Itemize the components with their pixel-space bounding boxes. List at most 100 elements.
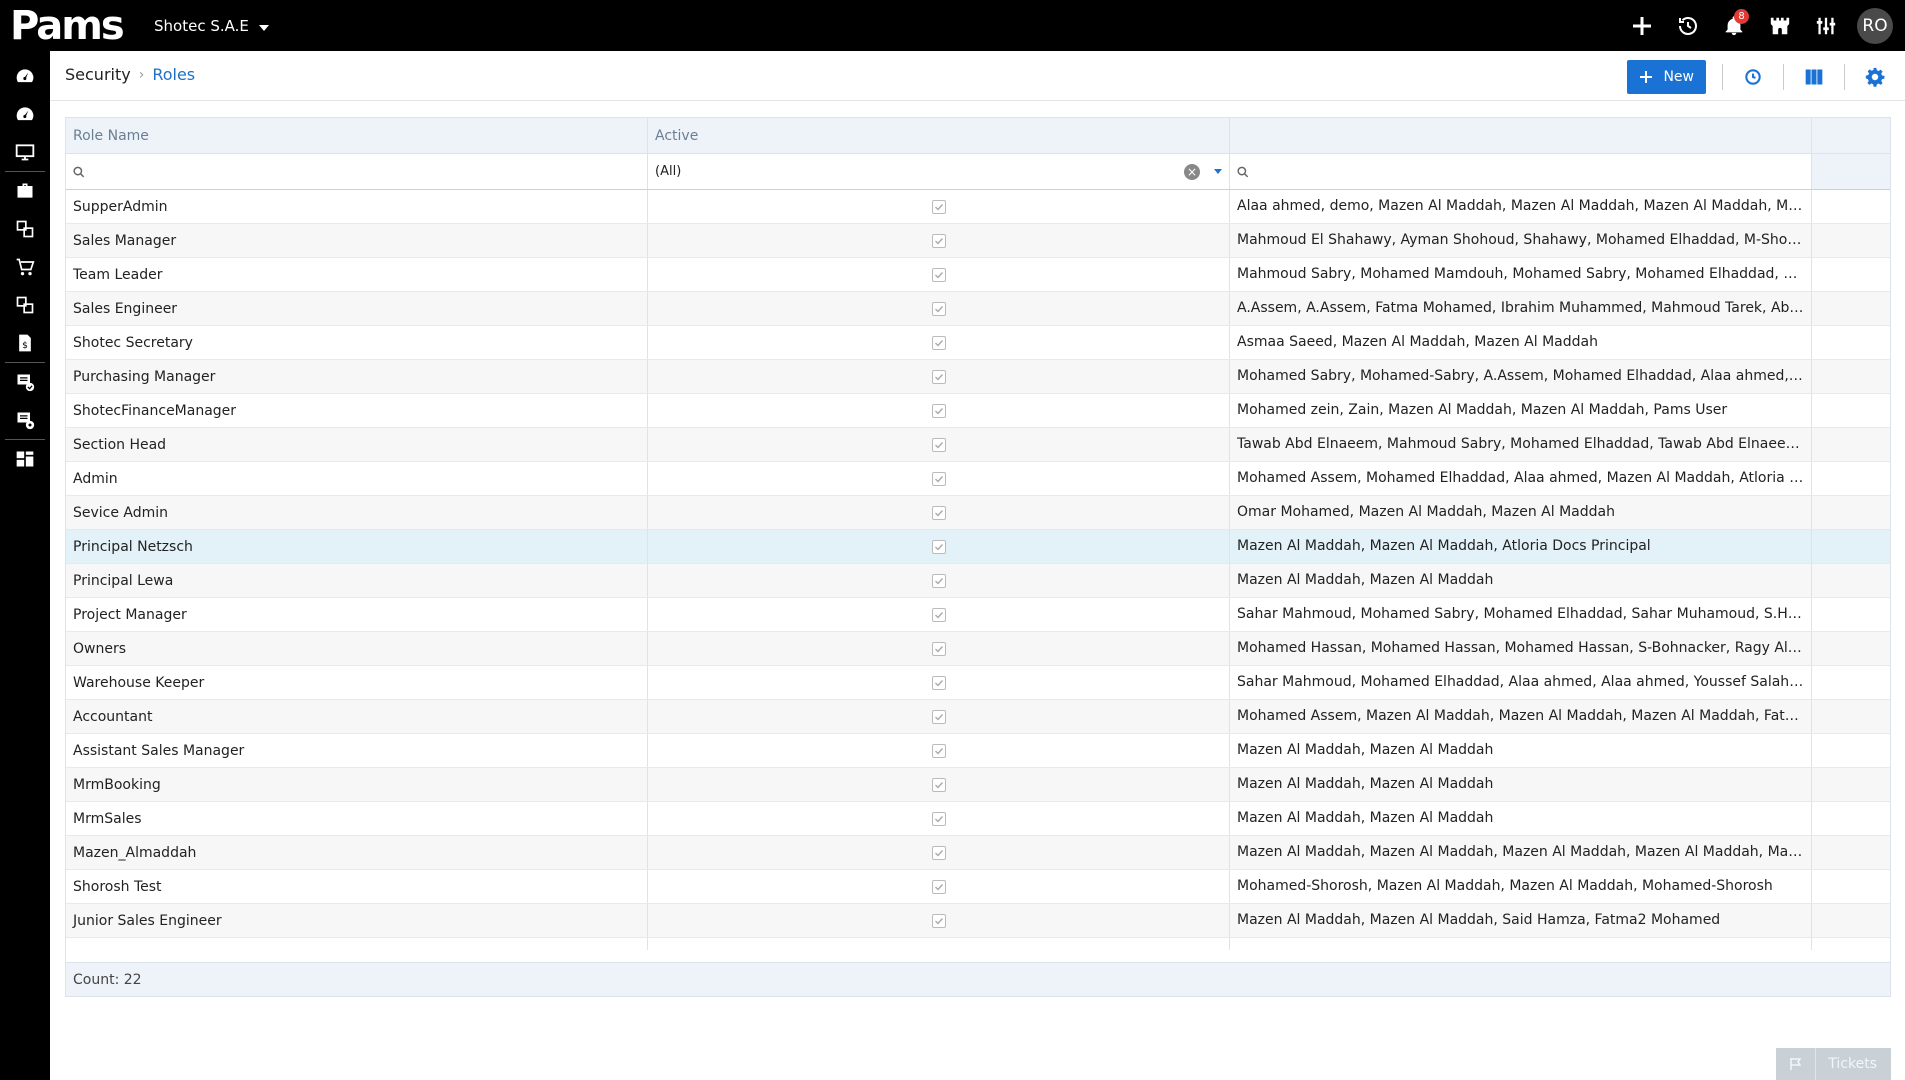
active-checkbox[interactable]	[931, 811, 946, 826]
active-cell	[648, 292, 1230, 325]
page-header: Security › Roles New	[50, 51, 1905, 101]
modules-alt-icon[interactable]	[0, 286, 50, 324]
active-checkbox[interactable]	[931, 335, 946, 350]
chevron-down-icon[interactable]	[1214, 169, 1222, 174]
avatar[interactable]: RO	[1857, 7, 1893, 44]
active-checkbox[interactable]	[931, 539, 946, 554]
bell-icon[interactable]: 8	[1711, 0, 1757, 51]
role-name-cell: Principal Netzsch	[66, 530, 648, 563]
table-row[interactable]: Owners Mohamed Hassan, Mohamed Hassan, Mo…	[66, 632, 1890, 666]
table-row[interactable]: Mazen_Almaddah Mazen Al Maddah, Mazen Al …	[66, 836, 1890, 870]
refresh-icon[interactable]	[1739, 63, 1767, 91]
table-row[interactable]: ShotecFinanceManager Mohamed zein, Zain, …	[66, 394, 1890, 428]
table-row[interactable]: Sales Engineer A.Assem, A.Assem, Fatma Mo…	[66, 292, 1890, 326]
invoice-dollar-icon[interactable]: $	[0, 324, 50, 362]
table-row[interactable]: MrmSales Mazen Al Maddah, Mazen Al Maddah	[66, 802, 1890, 836]
monitor-icon[interactable]	[0, 133, 50, 171]
cart-icon[interactable]	[0, 248, 50, 286]
users-cell: Mahmoud Sabry, Mohamed Mamdouh, Mohamed …	[1230, 258, 1812, 291]
dashboard-alt-icon[interactable]	[0, 95, 50, 133]
active-filter-select[interactable]: (All) ×	[648, 154, 1230, 189]
add-icon[interactable]	[1619, 0, 1665, 51]
gear-icon[interactable]	[1861, 63, 1889, 91]
table-row[interactable]: Principal Lewa Mazen Al Maddah, Mazen Al …	[66, 564, 1890, 598]
active-checkbox[interactable]	[931, 199, 946, 214]
table-row[interactable]: Section Head Tawab Abd Elnaeem, Mahmoud S…	[66, 428, 1890, 462]
table-row[interactable]: Principal Netzsch Mazen Al Maddah, Mazen …	[66, 530, 1890, 564]
extra-cell	[1812, 462, 1890, 495]
active-checkbox[interactable]	[931, 437, 946, 452]
table-row[interactable]: Sales Manager Mahmoud El Shahawy, Ayman S…	[66, 224, 1890, 258]
table-row[interactable]: Team Leader Mahmoud Sabry, Mohamed Mamdou…	[66, 258, 1890, 292]
active-checkbox[interactable]	[931, 403, 946, 418]
active-checkbox[interactable]	[931, 913, 946, 928]
history-icon[interactable]	[1665, 0, 1711, 51]
users-cell: Mazen Al Maddah, Mazen Al Maddah	[1230, 768, 1812, 801]
role-name-cell: Section Head	[66, 428, 648, 461]
briefcase-icon[interactable]	[0, 172, 50, 210]
table-row[interactable]: Accountant Mohamed Assem, Mazen Al Maddah…	[66, 700, 1890, 734]
active-checkbox[interactable]	[931, 845, 946, 860]
table-row[interactable]: Purchasing Manager Mohamed Sabry, Mohamed…	[66, 360, 1890, 394]
active-checkbox[interactable]	[931, 573, 946, 588]
breadcrumb-root[interactable]: Security	[65, 65, 131, 84]
role-name-cell: Shotec Secretary	[66, 326, 648, 359]
active-checkbox[interactable]	[931, 369, 946, 384]
chevron-right-icon: ›	[138, 66, 145, 83]
checklist-icon[interactable]	[0, 363, 50, 401]
role-name-cell: Sevice Admin	[66, 496, 648, 529]
table-row[interactable]: Assistant Sales Manager Mazen Al Maddah, …	[66, 734, 1890, 768]
breadcrumb: Security › Roles	[65, 65, 195, 84]
table-row[interactable]: Shorosh Test Mohamed-Shorosh, Mazen Al Ma…	[66, 870, 1890, 904]
company-selector[interactable]: Shotec S.A.E	[154, 17, 269, 35]
columns-icon[interactable]	[1800, 63, 1828, 91]
active-cell	[648, 258, 1230, 291]
extra-cell	[1812, 360, 1890, 393]
table-row[interactable]: Admin Mohamed Assem, Mohamed Elhaddad, Al…	[66, 462, 1890, 496]
role-name-filter-input[interactable]	[90, 164, 640, 179]
tickets-button[interactable]: Tickets	[1776, 1048, 1891, 1080]
active-cell	[648, 734, 1230, 767]
extra-cell	[1812, 802, 1890, 835]
active-checkbox[interactable]	[931, 267, 946, 282]
users-cell: Mohamed Sabry, Mohamed-Sabry, A.Assem, M…	[1230, 360, 1812, 393]
active-checkbox[interactable]	[931, 709, 946, 724]
table-row[interactable]: Warehouse Keeper Sahar Mahmoud, Mohamed E…	[66, 666, 1890, 700]
dashboard-icon[interactable]	[0, 57, 50, 95]
sliders-icon[interactable]	[1803, 0, 1849, 51]
app-logo[interactable]: Pams	[10, 3, 125, 49]
tickets-label: Tickets	[1828, 1056, 1877, 1072]
active-checkbox[interactable]	[931, 233, 946, 248]
modules-icon[interactable]	[0, 210, 50, 248]
active-cell	[648, 836, 1230, 869]
active-cell	[648, 700, 1230, 733]
column-header-role-name[interactable]: Role Name	[66, 118, 648, 154]
layout-icon[interactable]	[0, 440, 50, 478]
extra-cell	[1812, 700, 1890, 733]
table-row[interactable]: SupperAdmin Alaa ahmed, demo, Mazen Al Ma…	[66, 190, 1890, 224]
active-checkbox[interactable]	[931, 743, 946, 758]
table-row[interactable]: Shotec Secretary Asmaa Saeed, Mazen Al Ma…	[66, 326, 1890, 360]
search-icon	[1237, 166, 1249, 177]
table-row[interactable]: Project Manager Sahar Mahmoud, Mohamed Sa…	[66, 598, 1890, 632]
report-settings-icon[interactable]	[0, 401, 50, 439]
column-header-active[interactable]: Active	[648, 118, 1230, 154]
active-checkbox[interactable]	[931, 607, 946, 622]
active-checkbox[interactable]	[931, 505, 946, 520]
table-row[interactable]: MrmBooking Mazen Al Maddah, Mazen Al Madd…	[66, 768, 1890, 802]
active-checkbox[interactable]	[931, 777, 946, 792]
users-filter-input[interactable]	[1254, 164, 1804, 179]
new-button[interactable]: New	[1627, 60, 1706, 94]
column-header-users[interactable]	[1230, 118, 1812, 154]
active-checkbox[interactable]	[931, 301, 946, 316]
table-row[interactable]: Junior Sales Engineer Mazen Al Maddah, Ma…	[66, 904, 1890, 938]
active-checkbox[interactable]	[931, 675, 946, 690]
table-row[interactable]: Sevice Admin Omar Mohamed, Mazen Al Madda…	[66, 496, 1890, 530]
castle-icon[interactable]	[1757, 0, 1803, 51]
active-checkbox[interactable]	[931, 879, 946, 894]
active-checkbox[interactable]	[931, 641, 946, 656]
clear-icon[interactable]: ×	[1184, 163, 1200, 180]
breadcrumb-current[interactable]: Roles	[152, 65, 195, 84]
users-cell: Mazen Al Maddah, Mazen Al Maddah	[1230, 802, 1812, 835]
active-checkbox[interactable]	[931, 471, 946, 486]
